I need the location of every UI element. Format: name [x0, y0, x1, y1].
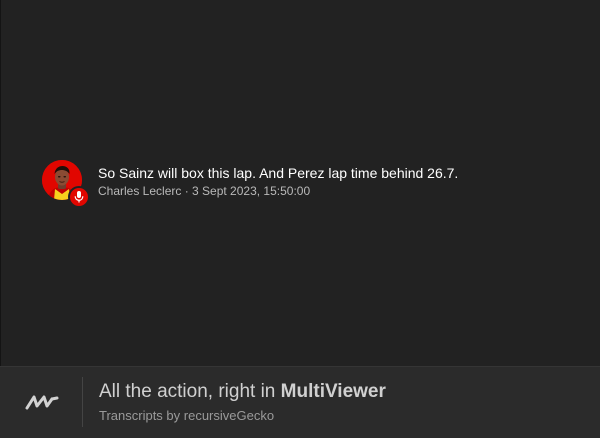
- footer-headline-prefix: All the action, right in: [99, 381, 281, 402]
- driver-avatar-container: [42, 160, 90, 208]
- footer-banner: All the action, right in MultiViewer Tra…: [0, 366, 600, 438]
- message-meta: Charles Leclerc · 3 Sept 2023, 15:50:00: [98, 184, 311, 198]
- message-text: So Sainz will box this lap. And Perez la…: [98, 165, 459, 181]
- multiviewer-logo-icon: [24, 391, 60, 413]
- footer-divider: [82, 377, 83, 427]
- footer-credit: Transcripts by recursiveGecko: [99, 408, 275, 423]
- message-body: So Sainz will box this lap. And Perez la…: [98, 165, 458, 198]
- microphone-icon: [68, 186, 90, 208]
- radio-message: So Sainz will box this lap. And Perez la…: [42, 160, 458, 208]
- footer-brand-link[interactable]: MultiViewer: [281, 381, 386, 402]
- footer-headline: All the action, right in MultiViewer: [99, 381, 386, 403]
